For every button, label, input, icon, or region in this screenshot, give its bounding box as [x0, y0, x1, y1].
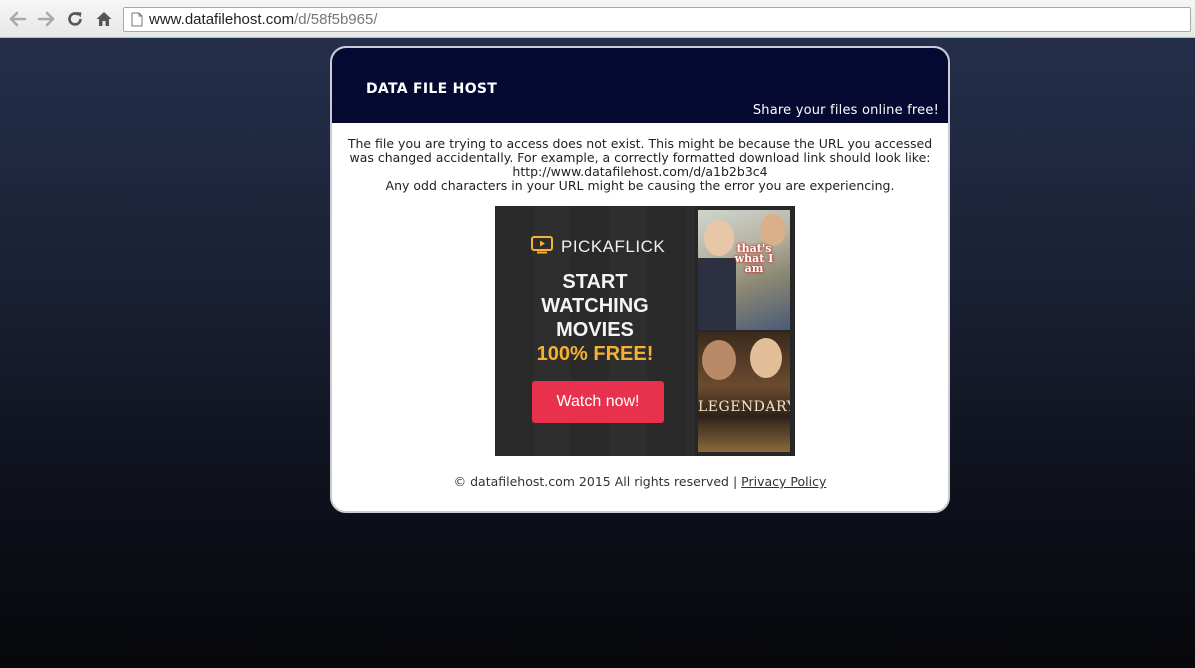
advertisement-banner[interactable]: PICKAFLICK START WATCHING MOVIES 100% FR… — [495, 206, 795, 456]
error-message-line: was changed accidentally. For example, a… — [349, 150, 931, 165]
ad-headline-line: WATCHING — [541, 295, 649, 317]
footer: © datafilehost.com 2015 All rights reser… — [332, 474, 948, 489]
poster-title: that's what I am — [734, 242, 774, 275]
page-icon — [131, 12, 143, 31]
example-url: http://www.datafilehost.com/d/a1b2b3c4 — [512, 164, 768, 179]
error-message: The file you are trying to access does n… — [332, 137, 948, 193]
url-text: www.datafilehost.com/d/58f5b965/ — [149, 11, 378, 28]
poster-figure — [702, 340, 736, 380]
site-header: DATA FILE HOST Share your files online f… — [332, 48, 948, 123]
ad-headline: START WATCHING MOVIES 100% FREE! — [495, 270, 695, 366]
reload-icon[interactable] — [65, 9, 85, 29]
url-domain: www.datafilehost.com — [149, 11, 295, 28]
ad-headline-line: START — [562, 271, 628, 293]
site-tagline: Share your files online free! — [752, 103, 939, 118]
play-screen-icon — [531, 236, 553, 258]
poster-figure — [704, 220, 734, 256]
poster-figure — [750, 338, 782, 378]
footer-separator: | — [732, 474, 738, 489]
back-arrow-icon[interactable] — [8, 9, 28, 29]
error-message-line: The file you are trying to access does n… — [347, 136, 933, 151]
watch-now-button[interactable]: Watch now! — [532, 381, 664, 423]
content-card: DATA FILE HOST Share your files online f… — [330, 46, 950, 513]
ad-headline-highlight: 100% FREE! — [536, 343, 654, 365]
ad-brand-name: PICKAFLICK — [561, 237, 666, 256]
address-bar[interactable]: www.datafilehost.com/d/58f5b965/ — [123, 7, 1191, 32]
error-message-line: Any odd characters in your URL might be … — [385, 178, 895, 193]
home-icon[interactable] — [94, 9, 114, 29]
ad-brand: PICKAFLICK — [531, 236, 665, 258]
copyright-text: © datafilehost.com 2015 All rights reser… — [453, 474, 729, 489]
movie-poster[interactable]: that's what I am — [698, 210, 790, 330]
forward-arrow-icon[interactable] — [36, 9, 56, 29]
poster-figure — [698, 258, 736, 330]
browser-toolbar: www.datafilehost.com/d/58f5b965/ — [0, 0, 1195, 38]
movie-poster[interactable]: LEGENDARY — [698, 332, 790, 452]
ad-headline-line: MOVIES — [556, 319, 634, 341]
url-path: /d/58f5b965/ — [294, 11, 378, 28]
privacy-policy-link[interactable]: Privacy Policy — [741, 474, 826, 489]
site-title[interactable]: DATA FILE HOST — [366, 81, 497, 97]
poster-title: LEGENDARY — [698, 399, 790, 415]
